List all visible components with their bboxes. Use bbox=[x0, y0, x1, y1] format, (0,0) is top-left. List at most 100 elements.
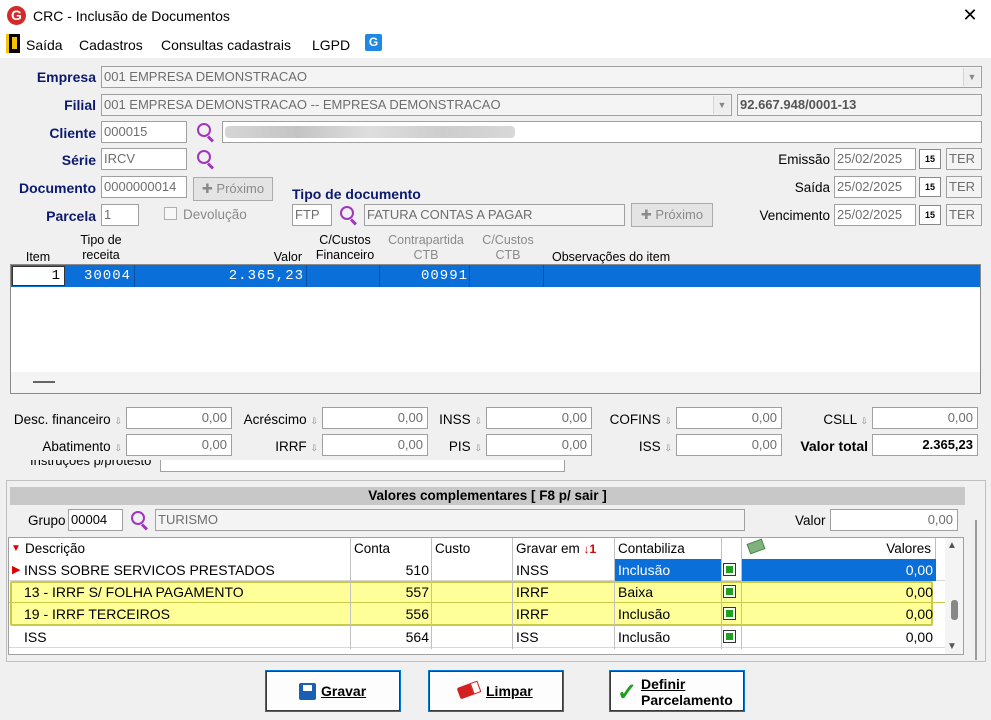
item-number-cell[interactable]: 1 bbox=[12, 266, 65, 286]
emissao-date-input[interactable]: 25/02/2025 bbox=[834, 148, 916, 170]
scroll-up-icon[interactable]: ▲ bbox=[947, 540, 957, 551]
row-contabiliza-selected[interactable]: Inclusão bbox=[615, 559, 722, 581]
row-descricao[interactable]: INSS SOBRE SERVICOS PRESTADOS bbox=[21, 559, 351, 581]
parcela-input[interactable]: 1 bbox=[101, 204, 139, 226]
irrf-input[interactable]: 0,00 bbox=[322, 434, 428, 456]
col-separator bbox=[431, 559, 432, 649]
calendar-icon[interactable]: 15 bbox=[919, 149, 941, 169]
saida-date-input[interactable]: 25/02/2025 bbox=[834, 176, 916, 198]
g-badge-icon[interactable]: G bbox=[365, 34, 382, 51]
row-descricao[interactable]: 13 - IRRF S/ FOLHA PAGAMENTO bbox=[21, 581, 351, 603]
vencimento-date-input[interactable]: 25/02/2025 bbox=[834, 204, 916, 226]
documento-input[interactable]: 0000000014 bbox=[101, 176, 187, 198]
vertical-scrollbar[interactable] bbox=[945, 538, 963, 654]
tipo-receita-cell[interactable]: 30004 bbox=[84, 268, 131, 284]
proximo-button-1[interactable]: ✚ Próximo bbox=[193, 177, 273, 201]
csll-input[interactable]: 0,00 bbox=[872, 407, 978, 429]
instrucoes-select[interactable] bbox=[160, 460, 565, 472]
col-custo-header[interactable]: Custo bbox=[432, 538, 513, 560]
contabiliza-checkbox[interactable] bbox=[723, 630, 736, 643]
chevron-down-icon[interactable]: ▼ bbox=[963, 68, 980, 86]
row-valor-selected[interactable]: 0,00 bbox=[742, 559, 936, 581]
serie-input[interactable]: IRCV bbox=[101, 148, 187, 170]
row-gravar[interactable]: IRRF bbox=[513, 603, 615, 625]
col-gravar-header[interactable]: Gravar em ↓1 bbox=[513, 538, 615, 560]
menu-lgpd[interactable]: LGPD bbox=[312, 37, 350, 53]
filial-select[interactable]: 001 EMPRESA DEMONSTRACAO -- EMPRESA DEMO… bbox=[101, 94, 732, 116]
contabiliza-checkbox[interactable] bbox=[723, 607, 736, 620]
limpar-button[interactable]: Limpar bbox=[429, 671, 563, 711]
row-conta[interactable]: 564 bbox=[351, 626, 432, 648]
pis-input[interactable]: 0,00 bbox=[486, 434, 592, 456]
collapse-handle-icon[interactable] bbox=[33, 381, 55, 383]
row-gravar[interactable]: ISS bbox=[513, 626, 615, 648]
table-row[interactable]: ISS 564 ISS Inclusão 0,00 bbox=[9, 626, 949, 648]
menu-consultas-cadastrais[interactable]: Consultas cadastrais bbox=[161, 37, 291, 53]
table-row[interactable]: ▶ INSS SOBRE SERVICOS PRESTADOS 510 INSS… bbox=[9, 559, 949, 581]
valor-input[interactable]: 0,00 bbox=[830, 509, 958, 531]
cofins-input[interactable]: 0,00 bbox=[676, 407, 782, 429]
calendar-icon[interactable]: 15 bbox=[919, 205, 941, 225]
items-grid-selected-row[interactable] bbox=[11, 265, 980, 287]
contabiliza-checkbox[interactable] bbox=[723, 563, 736, 576]
row-custo[interactable] bbox=[432, 603, 513, 625]
desc-financeiro-input[interactable]: 0,00 bbox=[126, 407, 232, 429]
col-conta-header[interactable]: Conta bbox=[351, 538, 432, 560]
row-descricao[interactable]: 19 - IRRF TERCEIROS bbox=[21, 603, 351, 625]
tipo-doc-search-icon[interactable] bbox=[337, 204, 359, 226]
row-custo[interactable] bbox=[432, 581, 513, 603]
desc-financeiro-label: Desc. financeiro ⇩ bbox=[13, 412, 122, 427]
proximo-button-2[interactable]: ✚ Próximo bbox=[631, 203, 713, 227]
cliente-name-input[interactable] bbox=[222, 121, 982, 143]
row-contabiliza[interactable]: Inclusão bbox=[615, 626, 722, 648]
contabiliza-checkbox[interactable] bbox=[723, 585, 736, 598]
row-conta[interactable]: 556 bbox=[351, 603, 432, 625]
row-custo[interactable] bbox=[432, 559, 513, 581]
serie-search-icon[interactable] bbox=[194, 148, 216, 170]
exit-door-icon[interactable] bbox=[6, 34, 20, 53]
acrescimo-input[interactable]: 0,00 bbox=[322, 407, 428, 429]
valor-cell[interactable]: 2.365,23 bbox=[180, 268, 304, 284]
col-contabiliza-header[interactable]: Contabiliza bbox=[615, 538, 722, 560]
tipo-doc-code-input[interactable]: FTP bbox=[292, 204, 332, 226]
row-gravar[interactable]: INSS bbox=[513, 559, 615, 581]
iss-input[interactable]: 0,00 bbox=[676, 434, 782, 456]
empresa-select[interactable]: 001 EMPRESA DEMONSTRACAO ▼ bbox=[101, 66, 982, 88]
cliente-search-icon[interactable] bbox=[194, 121, 216, 143]
row-contabiliza[interactable]: Baixa bbox=[615, 581, 722, 603]
row-gravar[interactable]: IRRF bbox=[513, 581, 615, 603]
table-row[interactable]: 19 - IRRF TERCEIROS 556 IRRF Inclusão 0,… bbox=[9, 603, 949, 625]
col-valores-header[interactable]: Valores bbox=[742, 538, 936, 560]
menu-cadastros[interactable]: Cadastros bbox=[79, 37, 143, 53]
contrapartida-cell[interactable]: 00991 bbox=[380, 268, 468, 284]
close-button[interactable]: ✕ bbox=[958, 5, 982, 26]
grupo-code-input[interactable]: 00004 bbox=[68, 509, 123, 531]
outer-scrollbar-track bbox=[975, 520, 977, 660]
col-descricao-header[interactable]: ▼ Descrição bbox=[9, 538, 351, 560]
row-valor[interactable]: 0,00 bbox=[742, 603, 936, 625]
row-conta[interactable]: 510 bbox=[351, 559, 432, 581]
row-contabiliza[interactable]: Inclusão bbox=[615, 603, 722, 625]
grupo-search-icon[interactable] bbox=[128, 509, 150, 531]
row-descricao[interactable]: ISS bbox=[21, 626, 351, 648]
menu-saida[interactable]: Saída bbox=[26, 37, 63, 53]
calendar-icon[interactable]: 15 bbox=[919, 177, 941, 197]
row-valor[interactable]: 0,00 bbox=[742, 626, 936, 648]
scrollbar-thumb[interactable] bbox=[951, 600, 958, 620]
inss-input[interactable]: 0,00 bbox=[486, 407, 592, 429]
gravar-button[interactable]: Gravar bbox=[266, 671, 400, 711]
row-valor[interactable]: 0,00 bbox=[742, 581, 936, 603]
abatimento-input[interactable]: 0,00 bbox=[126, 434, 232, 456]
table-row[interactable]: 13 - IRRF S/ FOLHA PAGAMENTO 557 IRRF Ba… bbox=[9, 581, 949, 603]
tipo-doc-desc: FATURA CONTAS A PAGAR bbox=[364, 204, 625, 226]
col-contrapartida-header-2: CTB bbox=[413, 248, 439, 262]
scroll-down-icon[interactable]: ▼ bbox=[947, 641, 957, 652]
devolucao-checkbox[interactable] bbox=[164, 207, 177, 220]
row-custo[interactable] bbox=[432, 626, 513, 648]
chevron-down-icon[interactable]: ▼ bbox=[713, 96, 730, 114]
col-separator bbox=[350, 559, 351, 649]
cliente-code-input[interactable]: 000015 bbox=[101, 121, 187, 143]
row-conta[interactable]: 557 bbox=[351, 581, 432, 603]
col-cc-ctb-header-1: C/Custos bbox=[482, 233, 534, 247]
definir-parcelamento-button[interactable]: ✓ Definir Parcelamento bbox=[610, 671, 744, 711]
